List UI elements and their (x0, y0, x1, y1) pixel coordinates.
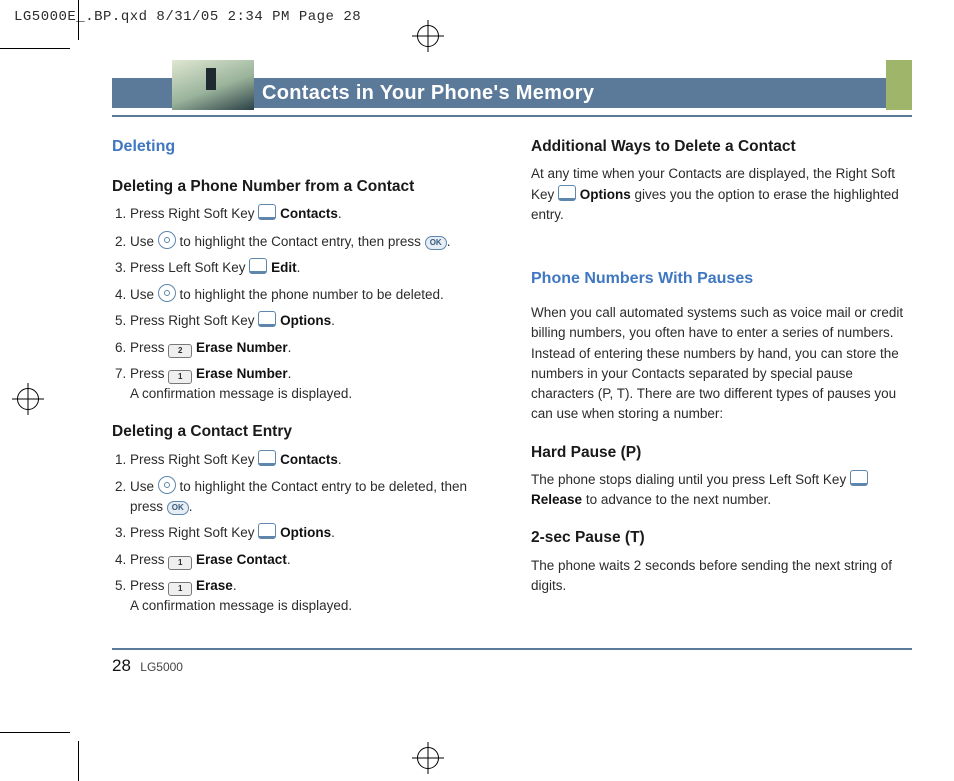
nav-key-icon (158, 231, 176, 249)
subsection-heading: 2-sec Pause (T) (531, 526, 912, 549)
keypad-1-icon: 1 (168, 582, 192, 596)
chapter-banner: Contacts in Your Phone's Memory (112, 60, 912, 117)
body-text: The phone stops dialing until you press … (531, 470, 912, 511)
body-text: The phone waits 2 seconds before sending… (531, 556, 912, 597)
banner-photo (172, 60, 254, 110)
step: Press 1 Erase Number. A confirmation mes… (130, 364, 493, 405)
step: Use to highlight the Contact entry to be… (130, 476, 493, 518)
ok-key-icon: OK (425, 236, 447, 250)
subsection-heading: Additional Ways to Delete a Contact (531, 135, 912, 158)
step: Press 1 Erase Contact. (130, 550, 493, 570)
body-text: At any time when your Contacts are displ… (531, 164, 912, 225)
section-heading: Phone Numbers With Pauses (531, 267, 912, 291)
page-number: 28 (112, 656, 131, 675)
step: Press 1 Erase. A confirmation message is… (130, 576, 493, 617)
step: Press Right Soft Key Options. (130, 523, 493, 543)
keypad-1-icon: 1 (168, 370, 192, 384)
chapter-title: Contacts in Your Phone's Memory (262, 82, 594, 105)
step: Press 2 Erase Number. (130, 338, 493, 358)
subsection-heading: Hard Pause (P) (531, 441, 912, 464)
subsection-heading: Deleting a Contact Entry (112, 420, 493, 443)
soft-key-icon (258, 204, 276, 220)
soft-key-icon (850, 470, 868, 486)
file-header: LG5000E_.BP.qxd 8/31/05 2:34 PM Page 28 (14, 9, 361, 25)
page-content: Contacts in Your Phone's Memory Deleting… (112, 60, 912, 676)
step: Press Left Soft Key Edit. (130, 258, 493, 278)
soft-key-icon (258, 450, 276, 466)
step: Press Right Soft Key Contacts. (130, 204, 493, 224)
crop-mark-icon (70, 0, 110, 40)
soft-key-icon (558, 185, 576, 201)
soft-key-icon (258, 311, 276, 327)
step: Use to highlight the Contact entry, then… (130, 231, 493, 252)
section-heading: Deleting (112, 135, 493, 159)
registration-mark-icon (417, 25, 439, 47)
banner-tab (886, 60, 912, 110)
ok-key-icon: OK (167, 501, 189, 515)
right-column: Additional Ways to Delete a Contact At a… (531, 135, 912, 624)
registration-mark-icon (17, 388, 39, 410)
keypad-2-icon: 2 (168, 344, 192, 358)
crop-mark-icon (0, 732, 70, 733)
step-list: Press Right Soft Key Contacts. Use to hi… (112, 204, 493, 404)
nav-key-icon (158, 284, 176, 302)
step-list: Press Right Soft Key Contacts. Use to hi… (112, 450, 493, 617)
step: Press Right Soft Key Options. (130, 311, 493, 331)
step: Press Right Soft Key Contacts. (130, 450, 493, 470)
nav-key-icon (158, 476, 176, 494)
subsection-heading: Deleting a Phone Number from a Contact (112, 175, 493, 198)
keypad-1-icon: 1 (168, 556, 192, 570)
left-column: Deleting Deleting a Phone Number from a … (112, 135, 493, 624)
page-footer: 28 LG5000 (112, 648, 912, 676)
registration-mark-icon (417, 747, 439, 769)
crop-mark-icon (70, 741, 110, 781)
step: Use to highlight the phone number to be … (130, 284, 493, 305)
crop-mark-icon (0, 48, 70, 49)
soft-key-icon (258, 523, 276, 539)
model-number: LG5000 (140, 660, 183, 674)
body-text: When you call automated systems such as … (531, 303, 912, 425)
soft-key-icon (249, 258, 267, 274)
